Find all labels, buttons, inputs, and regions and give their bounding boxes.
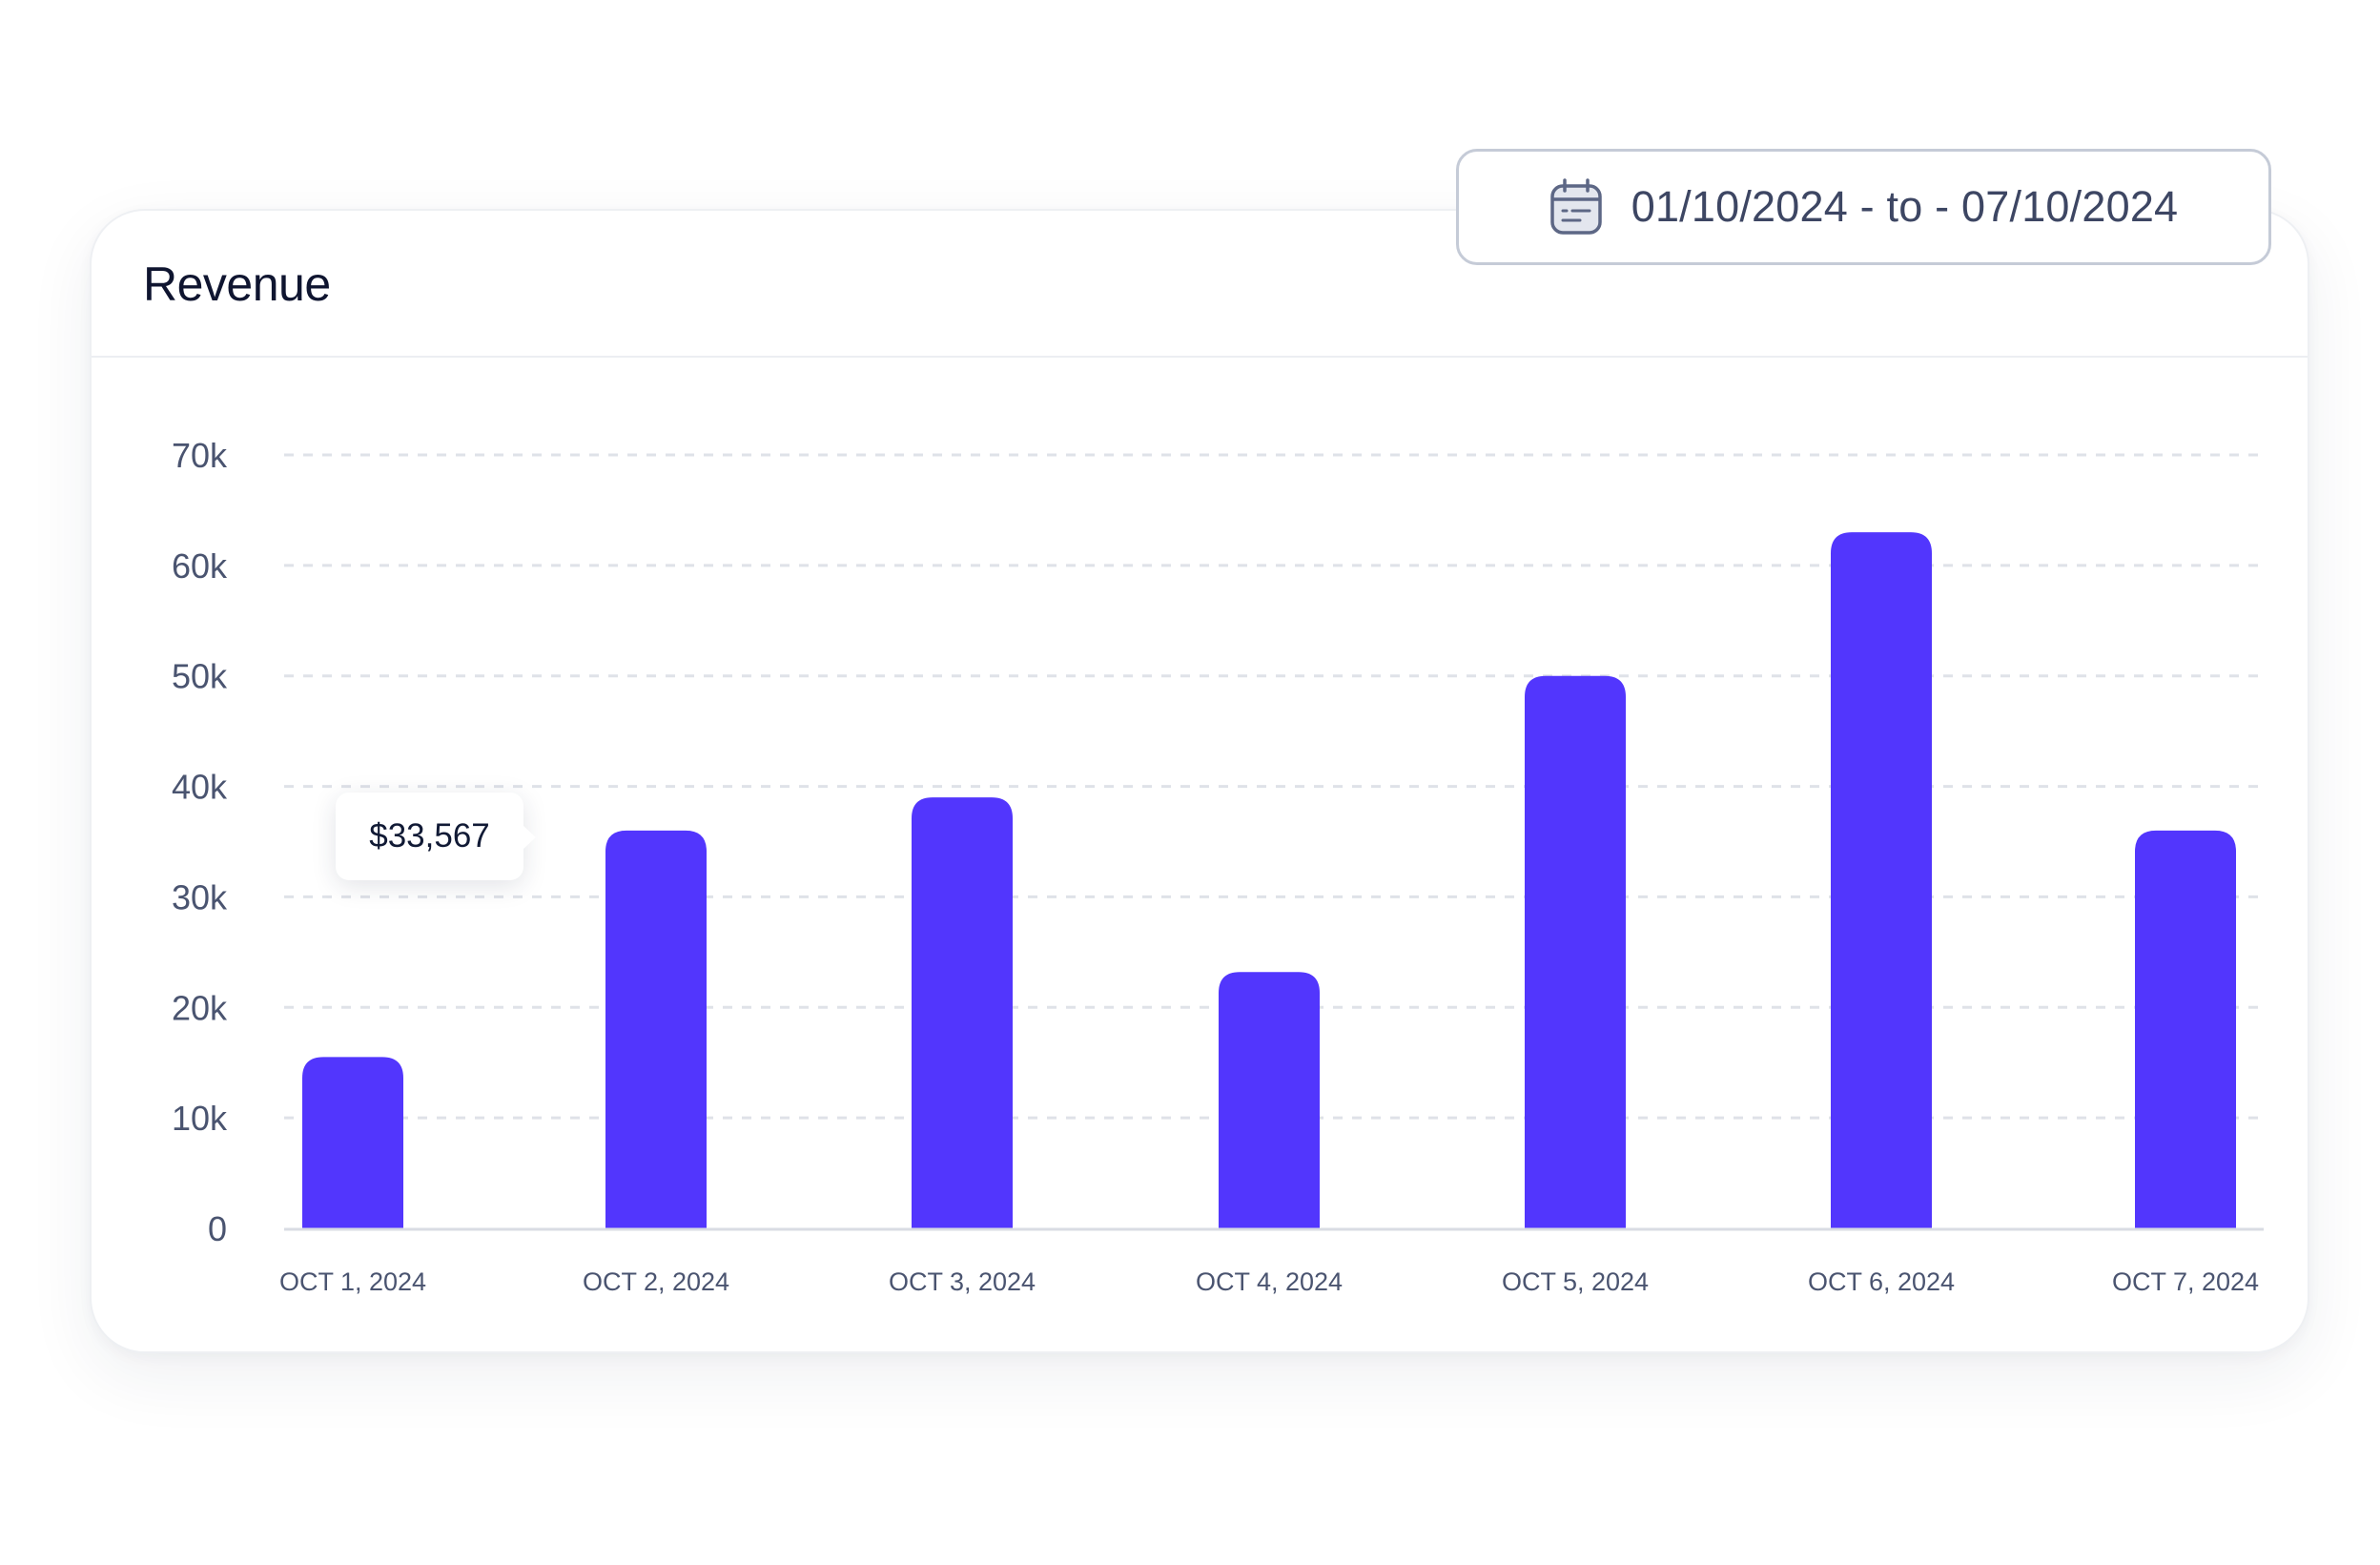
tooltip-value: $33,567 (369, 817, 490, 855)
x-tick-label: OCT 6, 2024 (1808, 1267, 1955, 1296)
y-tick-label: 60k (172, 546, 228, 586)
y-tick-label: 30k (172, 877, 228, 916)
x-tick-label: OCT 3, 2024 (889, 1267, 1036, 1296)
bar-tooltip: $33,567 (336, 793, 536, 880)
x-tick-label: OCT 7, 2024 (2112, 1267, 2259, 1296)
x-axis-ticks: OCT 1, 2024 OCT 2, 2024 OCT 3, 2024 OCT 4, … (279, 1267, 2259, 1296)
date-range-label: 01/10/2024 - to - 07/10/2024 (1631, 182, 2179, 231)
x-tick-label: OCT 4, 2024 (1196, 1267, 1343, 1296)
y-tick-label: 40k (172, 768, 228, 807)
bar-2[interactable] (605, 830, 707, 1228)
bar-7[interactable] (2135, 830, 2236, 1228)
x-tick-label: OCT 1, 2024 (279, 1267, 426, 1296)
stage: Revenue 0 10k 20k 30k 40k 50k 60k 70k OCT 1, 20… (0, 0, 2380, 1565)
bar-4[interactable] (1219, 972, 1320, 1228)
y-tick-label: 70k (172, 436, 228, 475)
date-range-picker[interactable]: 01/10/2024 - to - 07/10/2024 (1456, 149, 2271, 265)
calendar-icon (1549, 178, 1603, 236)
y-tick-label: 50k (172, 657, 228, 696)
bar-5[interactable] (1525, 675, 1626, 1228)
x-tick-label: OCT 2, 2024 (583, 1267, 729, 1296)
bar-3[interactable] (912, 797, 1013, 1228)
bar-6[interactable] (1831, 532, 1932, 1228)
y-tick-label: 20k (172, 988, 228, 1027)
y-axis-ticks: 0 10k 20k 30k 40k 50k 60k 70k (172, 436, 228, 1248)
x-tick-label: OCT 5, 2024 (1502, 1267, 1649, 1296)
y-tick-label: 0 (208, 1209, 227, 1248)
bars (302, 532, 2236, 1228)
bar-1[interactable] (302, 1057, 403, 1228)
y-tick-label: 10k (172, 1099, 228, 1138)
